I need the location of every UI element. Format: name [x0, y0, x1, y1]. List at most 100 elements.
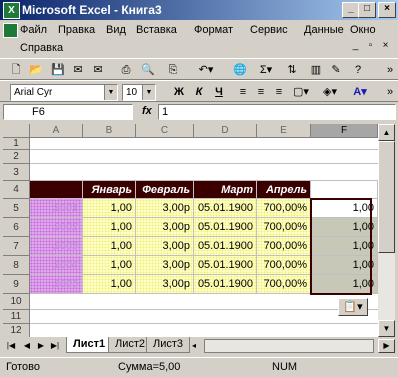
doc-close-button[interactable]: × [380, 41, 391, 52]
toolbar-options-icon[interactable]: » [385, 61, 395, 79]
doc-minimize-button[interactable]: _ [350, 41, 361, 52]
row-header-5[interactable]: 5 [3, 199, 30, 218]
select-all-corner[interactable] [3, 124, 30, 138]
column-header-e[interactable]: E [257, 124, 311, 138]
table-cell[interactable]: 3,00р [136, 199, 194, 218]
print-icon[interactable]: ⎙ [118, 61, 134, 79]
year-cell[interactable]: 2001 [30, 199, 83, 218]
menu-view[interactable]: Вид [106, 24, 126, 36]
vertical-scrollbar[interactable]: ▲ ▼ [378, 124, 395, 337]
table-header-cell[interactable]: Апрель [257, 181, 311, 199]
menu-insert[interactable]: Вставка [136, 24, 177, 36]
maximize-button[interactable]: □ [358, 2, 376, 18]
new-icon[interactable]: 🗋 [8, 61, 24, 79]
formula-input[interactable]: 1 [158, 104, 396, 120]
table-cell[interactable]: 1,00 [83, 237, 136, 256]
table-cell[interactable]: 05.01.1900 [194, 237, 257, 256]
print-preview-icon[interactable]: 🔍 [140, 61, 156, 79]
autosum-icon[interactable]: Σ▾ [255, 61, 277, 79]
table-header-cell[interactable]: Март [194, 181, 257, 199]
align-left-icon[interactable]: ≡ [236, 83, 250, 101]
table-cell[interactable] [311, 181, 378, 199]
menu-file[interactable]: Файл [20, 24, 47, 36]
copy-icon[interactable]: ⎘ [165, 61, 181, 79]
align-center-icon[interactable]: ≡ [254, 83, 268, 101]
row-header-9[interactable]: 9 [3, 275, 30, 294]
year-cell[interactable]: 2002 [30, 218, 83, 237]
table-cell[interactable]: 05.01.1900 [194, 275, 257, 294]
table-cell[interactable]: 3,00р [136, 256, 194, 275]
table-cell[interactable]: 700,00% [257, 237, 311, 256]
font-color-icon[interactable]: A▾ [348, 83, 372, 101]
table-cell[interactable]: 1,00 [83, 256, 136, 275]
underline-button[interactable]: Ч [212, 83, 226, 101]
font-name-select[interactable]: Arial Cyr ▼ [10, 84, 118, 101]
row-header-12[interactable]: 12 [3, 324, 30, 337]
prev-sheet-icon[interactable]: ◀ [22, 341, 32, 350]
column-header-c[interactable]: C [136, 124, 194, 138]
size-dropdown-icon[interactable]: ▼ [142, 85, 155, 100]
row-header-6[interactable]: 6 [3, 218, 30, 237]
year-cell[interactable]: 2004 [30, 256, 83, 275]
empty-row[interactable] [30, 150, 378, 164]
row-header-10[interactable]: 10 [3, 294, 30, 310]
row-header-3[interactable]: 3 [3, 164, 30, 181]
year-cell[interactable]: 2003 [30, 237, 83, 256]
column-header-d[interactable]: D [194, 124, 257, 138]
row-header-7[interactable]: 7 [3, 237, 30, 256]
align-right-icon[interactable]: ≡ [272, 83, 286, 101]
menu-window[interactable]: Окно [350, 24, 376, 36]
close-button[interactable]: × [378, 2, 396, 18]
drawing-icon[interactable]: ✎ [328, 61, 344, 79]
fill-color-icon[interactable]: ◈▾ [318, 83, 342, 101]
horizontal-scrollbar[interactable] [204, 339, 374, 353]
save-icon[interactable]: 💾 [50, 61, 66, 79]
scroll-right-icon[interactable]: ▶ [378, 339, 395, 353]
scroll-down-icon[interactable]: ▼ [378, 320, 395, 337]
row-header-11[interactable]: 11 [3, 310, 30, 324]
help-icon[interactable]: ? [350, 61, 366, 79]
tab-split-icon[interactable]: ◂ [192, 341, 200, 351]
table-cell[interactable]: 700,00% [257, 275, 311, 294]
table-cell[interactable]: 700,00% [257, 199, 311, 218]
scroll-up-icon[interactable]: ▲ [378, 124, 395, 141]
paste-options-button[interactable]: 📋▾ [338, 298, 368, 316]
row-header-8[interactable]: 8 [3, 256, 30, 275]
insert-function-icon[interactable]: fx [142, 105, 152, 117]
menu-help[interactable]: Справка [20, 42, 63, 54]
borders-icon[interactable]: ▢▾ [290, 83, 312, 101]
table-cell[interactable]: 700,00% [257, 256, 311, 275]
first-sheet-icon[interactable]: |◀ [6, 341, 16, 350]
doc-restore-button[interactable]: ▫ [365, 41, 376, 52]
row-header-1[interactable]: 1 [3, 138, 30, 150]
table-header-cell[interactable]: Январь [83, 181, 136, 199]
last-sheet-icon[interactable]: ▶| [50, 341, 60, 350]
hyperlink-icon[interactable]: 🌐 [232, 61, 248, 79]
permission-icon[interactable]: ✉ [70, 61, 86, 79]
menu-data[interactable]: Данные [304, 24, 344, 36]
table-cell[interactable]: 05.01.1900 [194, 199, 257, 218]
year-cell[interactable]: 2005 [30, 275, 83, 294]
open-icon[interactable]: 📂 [28, 61, 44, 79]
undo-icon[interactable]: ↶▾ [195, 61, 217, 79]
table-cell[interactable]: 700,00% [257, 218, 311, 237]
table-cell[interactable]: 1,00 [83, 275, 136, 294]
empty-row[interactable] [30, 324, 378, 337]
table-cell[interactable]: 3,00р [136, 275, 194, 294]
table-cell[interactable]: 1,00 [83, 218, 136, 237]
next-sheet-icon[interactable]: ▶ [36, 341, 46, 350]
worksheet-grid[interactable]: A B C D E F 1 2 3 4 5 6 7 8 9 10 11 12 Я… [3, 124, 378, 337]
table-header-cell[interactable] [30, 181, 83, 199]
column-header-a[interactable]: A [30, 124, 83, 138]
sheet-tab-1[interactable]: Лист1 [66, 337, 113, 353]
sort-icon[interactable]: ⇅ [284, 61, 300, 79]
row-header-2[interactable]: 2 [3, 150, 30, 164]
font-dropdown-icon[interactable]: ▼ [104, 85, 117, 100]
document-icon[interactable] [3, 23, 18, 38]
menu-format[interactable]: Формат [194, 24, 233, 36]
chart-wizard-icon[interactable]: ▥ [308, 61, 324, 79]
column-header-f[interactable]: F [311, 124, 378, 138]
menu-tools[interactable]: Сервис [250, 24, 288, 36]
name-box[interactable]: F6 [3, 104, 133, 120]
empty-row[interactable] [30, 310, 378, 324]
